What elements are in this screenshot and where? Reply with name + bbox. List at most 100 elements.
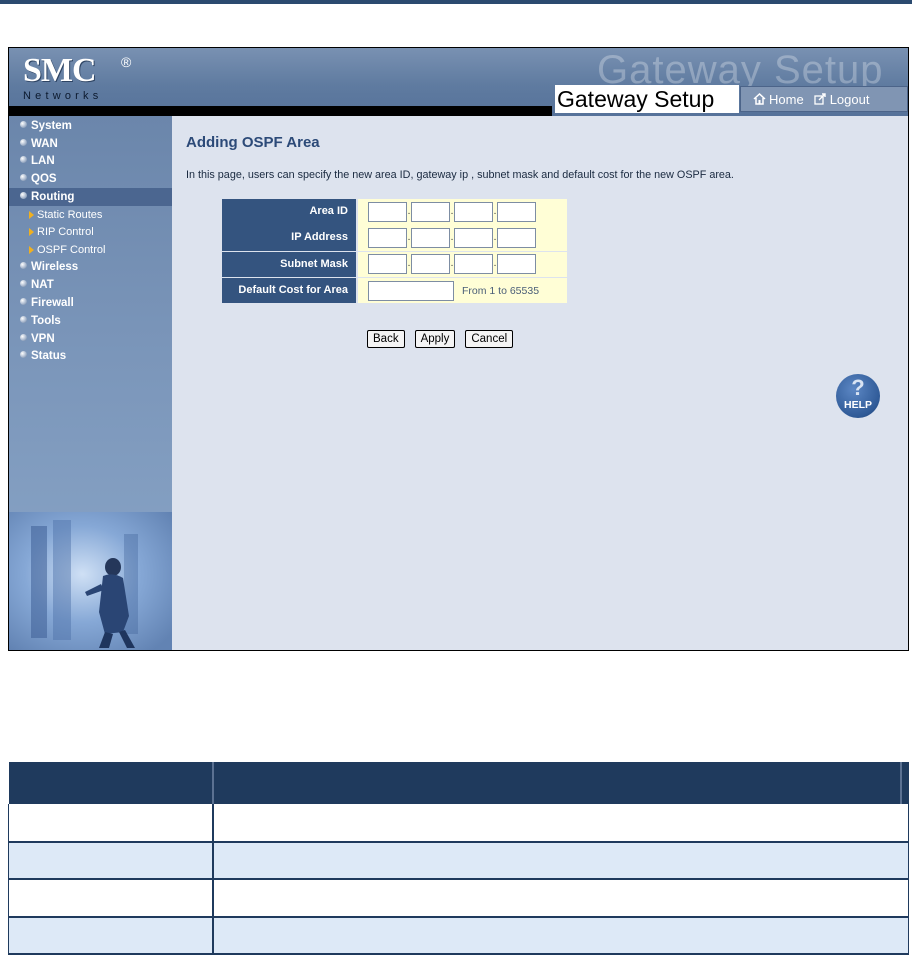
table-cell (213, 841, 910, 879)
default-cost-field: From 1 to 65535 (358, 277, 567, 304)
apply-button[interactable]: Apply (414, 330, 456, 348)
sidebar-item-label: System (31, 119, 72, 132)
area-id-octet-2[interactable] (411, 201, 450, 222)
default-cost-label: Default Cost for Area (222, 277, 358, 304)
bullet-icon (20, 315, 27, 323)
ip-address-label: IP Address (222, 225, 358, 251)
ospf-area-form: Area ID . . . IP Address . . . Subnet Ma… (222, 199, 567, 304)
area-id-label: Area ID (222, 199, 358, 225)
table-header-cell (213, 762, 902, 804)
sidebar: System WAN LAN QOS Routing Static Routes… (9, 116, 172, 650)
document-table (8, 762, 910, 955)
form-actions: Back Apply Cancel (367, 330, 514, 348)
screenshot-frame: SMC ® Networks Gateway Setup Gateway Set… (8, 47, 909, 651)
submenu-item-ospf-control[interactable]: OSPF Control (9, 241, 172, 259)
logo-subtitle: Networks (23, 90, 103, 102)
sidebar-item-label: Status (31, 350, 67, 363)
subnet-mask-field: . . . (358, 251, 567, 278)
logout-link[interactable]: Logout (814, 91, 870, 107)
area-id-octet-3[interactable] (454, 201, 493, 222)
submenu-item-label: OSPF Control (37, 243, 106, 256)
sidebar-item-lan[interactable]: LAN (9, 153, 172, 171)
subnet-mask-octet-2[interactable] (411, 254, 450, 275)
sidebar-item-label: Wireless (31, 261, 79, 274)
bullet-icon (20, 174, 27, 182)
sidebar-item-routing[interactable]: Routing (9, 188, 172, 206)
subnet-mask-octet-4[interactable] (497, 254, 536, 275)
table-cell (8, 879, 215, 917)
table-header-cell (8, 762, 215, 804)
sidebar-item-wireless[interactable]: Wireless (9, 258, 172, 276)
bullet-icon (20, 262, 27, 270)
table-row (8, 804, 910, 842)
submenu-item-label: RIP Control (37, 226, 94, 239)
sidebar-decorative-image (9, 512, 172, 650)
sidebar-item-label: NAT (31, 279, 54, 292)
ip-address-octet-1[interactable] (368, 228, 407, 249)
registered-mark: ® (121, 54, 132, 70)
sidebar-item-firewall[interactable]: Firewall (9, 294, 172, 312)
logout-icon (814, 93, 827, 105)
page-top-rule (0, 0, 912, 4)
logout-link-label: Logout (829, 91, 870, 107)
sidebar-item-label: Firewall (31, 296, 74, 309)
table-cell (213, 879, 910, 917)
table-row (8, 879, 910, 917)
sidebar-item-label: Tools (31, 314, 61, 327)
page-title: Adding OSPF Area (186, 134, 320, 151)
area-id-octet-4[interactable] (497, 201, 536, 222)
table-cell (8, 841, 215, 879)
sidebar-item-status[interactable]: Status (9, 347, 172, 365)
sidebar-item-tools[interactable]: Tools (9, 312, 172, 330)
cancel-button[interactable]: Cancel (465, 330, 514, 348)
sidebar-item-nat[interactable]: NAT (9, 276, 172, 294)
table-cell (213, 804, 910, 842)
logo-brand: SMC (23, 52, 97, 89)
bullet-icon (20, 138, 27, 146)
sidebar-menu: System WAN LAN QOS Routing Static Routes… (9, 117, 172, 365)
ip-address-octet-2[interactable] (411, 228, 450, 249)
sidebar-item-system[interactable]: System (9, 117, 172, 135)
ip-address-octet-4[interactable] (497, 228, 536, 249)
table-row (8, 841, 910, 879)
sidebar-item-label: QOS (31, 173, 57, 186)
submenu-item-static-routes[interactable]: Static Routes (9, 206, 172, 224)
header: SMC ® Networks Gateway Setup Gateway Set… (9, 48, 908, 118)
ip-address-octet-3[interactable] (454, 228, 493, 249)
header-nav: Home Logout (740, 86, 908, 112)
smc-logo: SMC ® Networks (23, 52, 131, 103)
table-header-cell (901, 762, 909, 804)
default-cost-input[interactable] (368, 280, 454, 301)
arrow-right-icon (29, 210, 34, 219)
help-button[interactable]: ? HELP (836, 374, 880, 418)
subnet-mask-octet-1[interactable] (368, 254, 407, 275)
bullet-icon (20, 297, 27, 305)
gateway-setup-title: Gateway Setup (555, 85, 739, 113)
subnet-mask-octet-3[interactable] (454, 254, 493, 275)
form-row-subnet-mask: Subnet Mask . . . (222, 251, 567, 278)
area-id-octet-1[interactable] (368, 201, 407, 222)
submenu-item-rip-control[interactable]: RIP Control (9, 223, 172, 241)
bullet-icon (20, 192, 27, 200)
sidebar-item-label: WAN (31, 137, 58, 150)
back-button[interactable]: Back (367, 330, 405, 348)
table-cell (8, 804, 215, 842)
default-cost-hint: From 1 to 65535 (462, 284, 540, 297)
table-cell (213, 916, 910, 954)
subnet-mask-label: Subnet Mask (222, 251, 358, 278)
table-row (8, 916, 910, 954)
form-row-ip-address: IP Address . . . (222, 225, 567, 251)
sidebar-item-label: VPN (31, 332, 55, 345)
bullet-icon (20, 351, 27, 359)
sidebar-item-label: Routing (31, 191, 75, 204)
sidebar-item-qos[interactable]: QOS (9, 170, 172, 188)
home-link[interactable]: Home (753, 92, 804, 107)
sidebar-item-vpn[interactable]: VPN (9, 330, 172, 348)
help-label: HELP (843, 399, 872, 411)
sidebar-item-wan[interactable]: WAN (9, 135, 172, 153)
area-id-field: . . . (358, 199, 567, 225)
home-icon (753, 93, 766, 105)
main-content: Adding OSPF Area In this page, users can… (172, 116, 908, 650)
table-header-row (8, 762, 909, 804)
arrow-right-icon (29, 245, 34, 254)
